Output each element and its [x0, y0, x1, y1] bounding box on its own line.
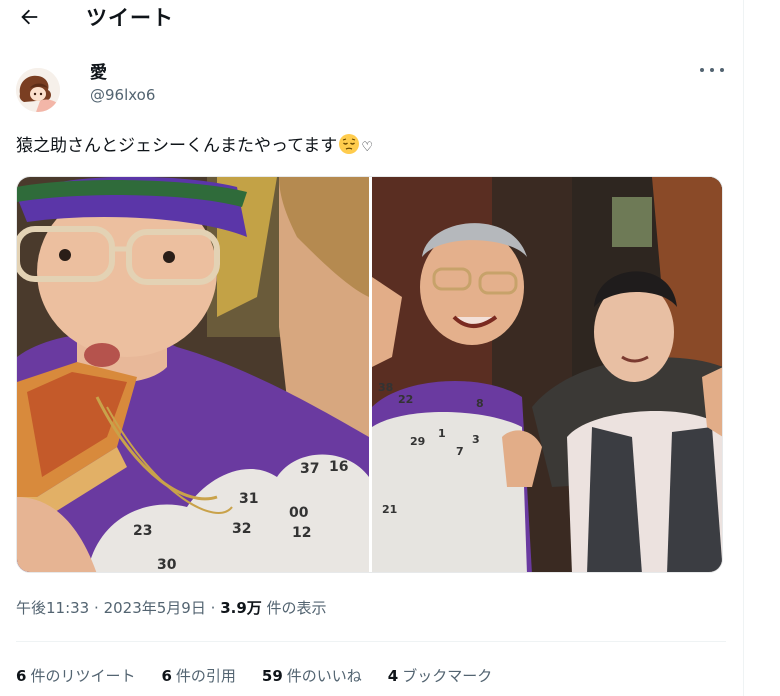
sweater-number: 32 [232, 521, 251, 537]
sweater-number: 7 [456, 445, 464, 458]
page-header: ツイート [0, 0, 743, 36]
likes-label: 件のいいね [286, 667, 362, 685]
sweater-number: 21 [382, 503, 397, 516]
retweets-stat[interactable]: 6 件のリツイート [16, 665, 135, 686]
user-handle[interactable]: @96lxo6 [90, 86, 155, 104]
engagement-stats: 6 件のリツイート 6 件の引用 59 件のいいね 4 ブックマーク [16, 665, 492, 686]
sweater-number: 12 [292, 525, 311, 541]
sweater-number: 00 [289, 505, 309, 521]
meta-separator: · [210, 599, 216, 617]
views-label: 件の表示 [266, 599, 327, 617]
sweater-number: 8 [476, 397, 484, 410]
sweater-number: 1 [438, 427, 446, 440]
tweet-time[interactable]: 午後11:33 [16, 599, 89, 617]
sweater-number: 16 [329, 459, 348, 475]
column-divider [743, 0, 744, 696]
sweater-number: 38 [378, 381, 393, 394]
likes-count: 59 [261, 667, 283, 685]
retweets-count: 6 [16, 667, 27, 685]
retweets-label: 件のリツイート [30, 667, 136, 685]
views-count: 3.9万 [220, 599, 262, 617]
sweater-number: 3 [472, 433, 480, 446]
tweet-text: 猿之助さんとジェシーくんまたやってます ♡ [16, 133, 373, 160]
meta-separator: · [94, 599, 99, 617]
quotes-stat[interactable]: 6 件の引用 [161, 665, 235, 686]
photo-left-image: 37 16 31 00 12 23 32 30 [17, 177, 369, 572]
photo-right[interactable]: 38 22 29 7 1 3 21 8 [371, 177, 722, 572]
tweet-date[interactable]: 2023年5月9日 [104, 599, 206, 617]
pensive-face-icon [339, 134, 360, 154]
likes-stat[interactable]: 59 件のいいね [262, 665, 362, 686]
page-title: ツイート [86, 6, 174, 30]
sweater-number: 31 [239, 491, 258, 507]
tweet-meta: 午後11:33 · 2023年5月9日 · 3.9万 件の表示 [16, 597, 327, 618]
sweater-number: 22 [398, 393, 413, 406]
avatar-illustration-icon [16, 68, 60, 112]
bookmarks-stat[interactable]: 4 ブックマーク [388, 665, 492, 686]
tweet-body: 猿之助さんとジェシーくんまたやってます [16, 136, 338, 156]
dot-icon [710, 68, 714, 72]
quotes-count: 6 [161, 667, 172, 685]
sweater-number: 37 [300, 461, 319, 477]
back-button[interactable] [14, 2, 44, 32]
dot-icon [720, 68, 724, 72]
sweater-number: 29 [410, 435, 425, 448]
avatar[interactable] [16, 68, 60, 112]
sweater-number: 30 [157, 557, 177, 572]
photo-right-image: 38 22 29 7 1 3 21 8 [371, 177, 722, 572]
bookmarks-label: ブックマーク [402, 667, 493, 685]
photo-left[interactable]: 37 16 31 00 12 23 32 30 [17, 177, 369, 572]
media-grid: 37 16 31 00 12 23 32 30 38 22 29 7 1 3 2… [16, 176, 723, 573]
dot-icon [700, 68, 704, 72]
more-options-button[interactable] [700, 62, 724, 78]
sweater-number: 23 [133, 523, 152, 539]
display-name[interactable]: 愛 [90, 58, 107, 83]
heart-symbol: ♡ [361, 140, 373, 155]
divider [16, 641, 726, 642]
bookmarks-count: 4 [387, 667, 399, 685]
quotes-label: 件の引用 [175, 667, 236, 685]
arrow-left-icon [21, 9, 38, 25]
